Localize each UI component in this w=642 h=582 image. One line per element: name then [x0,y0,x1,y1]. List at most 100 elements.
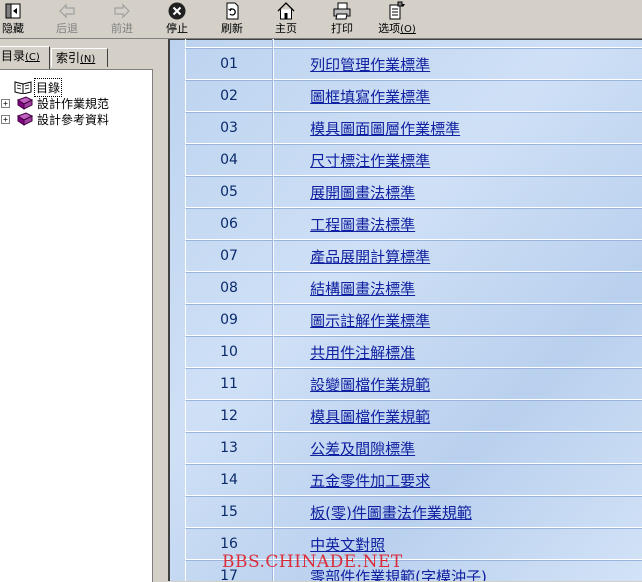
row-title-cell: 板(零)件圖畫法作業規範 [273,496,642,528]
expand-icon[interactable]: + [1,114,10,124]
content-pane: 01 列印管理作業標準 02 圖框填寫作業標準 03 模具圖面圖層作業標準 04 尺寸標注作業… [166,39,642,581]
row-title-cell: 共用件注解標准 [273,336,642,368]
document-link[interactable]: 板(零)件圖畫法作業規範 [310,504,472,522]
row-title-cell: 工程圖畫法標準 [273,208,642,240]
table-row: 01 列印管理作業標準 [185,48,642,80]
navigation-pane: 目录(C) 索引(N) 目錄 + 設計作業規范 + 設計參考資料 [0,39,160,582]
hide-label: 隐藏 [2,22,24,35]
row-number: 04 [185,144,274,176]
row-title-cell: 圖框填寫作業標準 [273,80,642,112]
document-link[interactable]: 產品展開計算標準 [310,248,430,266]
table-row: 11 設變圖檔作業規範 [185,368,642,400]
row-title-cell: 結構圖畫法標準 [273,272,642,304]
open-book-icon [14,81,32,94]
table-row: 08 結構圖畫法標準 [185,272,642,304]
document-link[interactable]: 展開圖畫法標準 [310,184,415,202]
hide-button[interactable]: 隐藏 [0,1,26,37]
stop-icon [168,2,186,20]
document-index-table: 01 列印管理作業標準 02 圖框填寫作業標準 03 模具圖面圖層作業標準 04 尺寸標注作業… [185,39,642,581]
document-link[interactable]: 模具圖面圖層作業標準 [310,120,460,138]
table-row: 06 工程圖畫法標準 [185,208,642,240]
tab-contents[interactable]: 目录(C) [0,46,50,69]
table-row: 10 共用件注解標准 [185,336,642,368]
row-number: 09 [185,304,274,336]
closed-book-icon [16,96,34,110]
options-icon [389,1,405,20]
refresh-button[interactable]: 刷新 [218,1,246,37]
row-number: 11 [185,368,274,400]
document-link[interactable]: 圖示註解作業標準 [310,312,430,330]
document-link[interactable]: 結構圖畫法標準 [310,280,415,298]
document-link[interactable]: 設變圖檔作業規範 [310,376,430,394]
row-title-cell: 公差及間隙標準 [273,432,642,464]
document-link[interactable]: 公差及間隙標準 [310,440,415,458]
home-label: 主页 [275,22,297,35]
row-number: 15 [185,496,274,528]
tree-item-design-spec[interactable]: + 設計作業規范 [0,95,109,111]
table-row: 12 模具圖檔作業規範 [185,400,642,432]
document-link[interactable]: 共用件注解標准 [310,344,415,362]
document-link[interactable]: 五金零件加工要求 [310,472,430,490]
back-button[interactable]: 后退 [53,1,81,37]
forward-label: 前进 [111,22,133,35]
table-row: 05 展開圖畫法標準 [185,176,642,208]
home-button[interactable]: 主页 [272,1,300,37]
table-row: 15 板(零)件圖畫法作業規範 [185,496,642,528]
print-label: 打印 [331,22,353,35]
toolbar: 隐藏 后退 前进 停止 刷新 主页 打印 选项(O) [0,0,642,39]
tab-index[interactable]: 索引(N) [51,48,108,67]
table-row: 02 圖框填寫作業標準 [185,80,642,112]
forward-arrow-icon [114,3,130,19]
row-number: 08 [185,272,274,304]
tree-item-label: 設計作業規范 [37,96,110,111]
table-row [185,39,642,48]
table-row: 03 模具圖面圖層作業標準 [185,112,642,144]
tree-root-label: 目錄 [33,77,63,97]
document-link[interactable]: 圖框填寫作業標準 [310,88,430,106]
table-row: 13 公差及間隙標準 [185,432,642,464]
row-number: 07 [185,240,274,272]
row-title-cell: 尺寸標注作業標準 [273,144,642,176]
table-row: 14 五金零件加工要求 [185,464,642,496]
document-link[interactable]: 模具圖檔作業規範 [310,408,430,426]
row-number: 06 [185,208,274,240]
document-link[interactable]: 工程圖畫法標準 [310,216,415,234]
table-row: 07 產品展開計算標準 [185,240,642,272]
stop-label: 停止 [166,22,188,35]
watermark: BBS.CHINADE.NET [222,552,403,572]
home-icon [277,2,295,20]
row-title-cell: 模具圖面圖層作業標準 [273,112,642,144]
row-number: 10 [185,336,274,368]
row-title-cell [273,39,642,48]
row-number: 13 [185,432,274,464]
row-number: 12 [185,400,274,432]
row-number: 05 [185,176,274,208]
row-number: 03 [185,112,274,144]
row-title-cell: 產品展開計算標準 [273,240,642,272]
refresh-label: 刷新 [221,22,243,35]
row-number-cell [185,39,274,48]
stop-button[interactable]: 停止 [163,1,191,37]
document-link[interactable]: 尺寸標注作業標準 [310,152,430,170]
print-button[interactable]: 打印 [328,1,356,37]
row-title-cell: 圖示註解作業標準 [273,304,642,336]
options-label: 选项(O) [378,22,416,35]
document-view: 01 列印管理作業標準 02 圖框填寫作業標準 03 模具圖面圖層作業標準 04 尺寸標注作業… [168,39,642,581]
options-button[interactable]: 选项(O) [374,1,420,37]
tree-root[interactable]: 目錄 [14,77,63,97]
forward-button[interactable]: 前进 [108,1,136,37]
back-label: 后退 [56,22,78,35]
hide-pane-icon [5,3,21,19]
refresh-icon [226,2,239,20]
nav-tabs: 目录(C) 索引(N) [0,46,160,69]
tree-item-design-reference[interactable]: + 設計參考資料 [0,111,109,127]
row-title-cell: 列印管理作業標準 [273,48,642,80]
document-link[interactable]: 列印管理作業標準 [310,56,430,74]
closed-book-icon [16,112,34,126]
document-link[interactable]: 中英文對照 [310,536,385,554]
contents-tree[interactable]: 目錄 + 設計作業規范 + 設計參考資料 [0,69,153,582]
row-title-cell: 模具圖檔作業規範 [273,400,642,432]
back-arrow-icon [59,3,75,19]
expand-icon[interactable]: + [1,98,10,108]
row-number: 01 [185,48,274,80]
